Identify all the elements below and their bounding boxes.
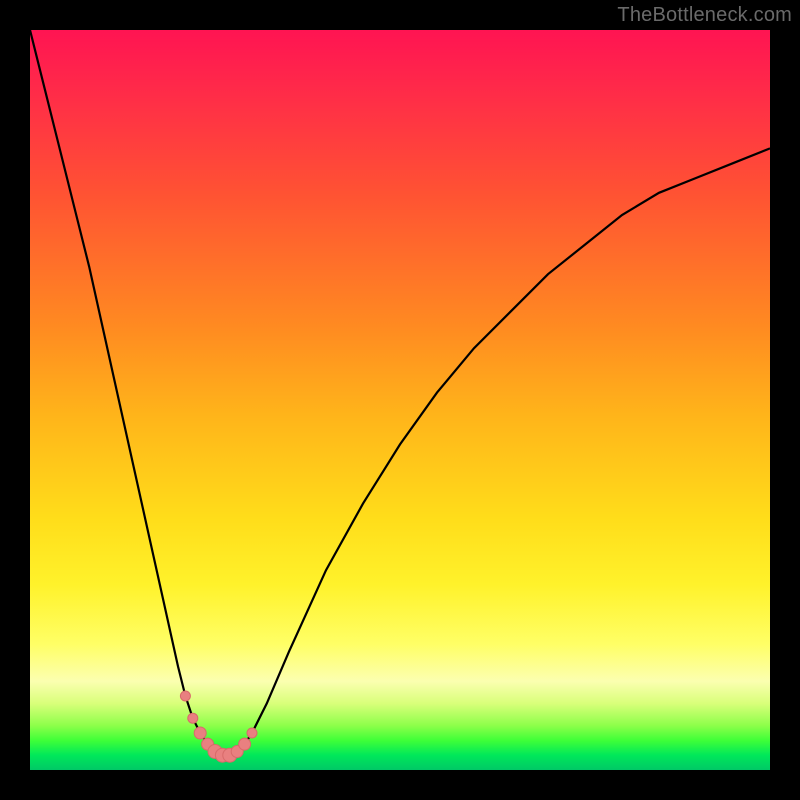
chart-frame: TheBottleneck.com	[0, 0, 800, 800]
bottleneck-curve	[30, 30, 770, 755]
plot-area	[30, 30, 770, 770]
trough-marker	[247, 728, 257, 738]
curve-svg	[30, 30, 770, 770]
trough-marker	[239, 738, 251, 750]
trough-marker	[180, 691, 190, 701]
trough-markers	[180, 691, 257, 762]
trough-marker	[188, 713, 198, 723]
trough-marker	[194, 727, 206, 739]
watermark-text: TheBottleneck.com	[617, 4, 792, 27]
